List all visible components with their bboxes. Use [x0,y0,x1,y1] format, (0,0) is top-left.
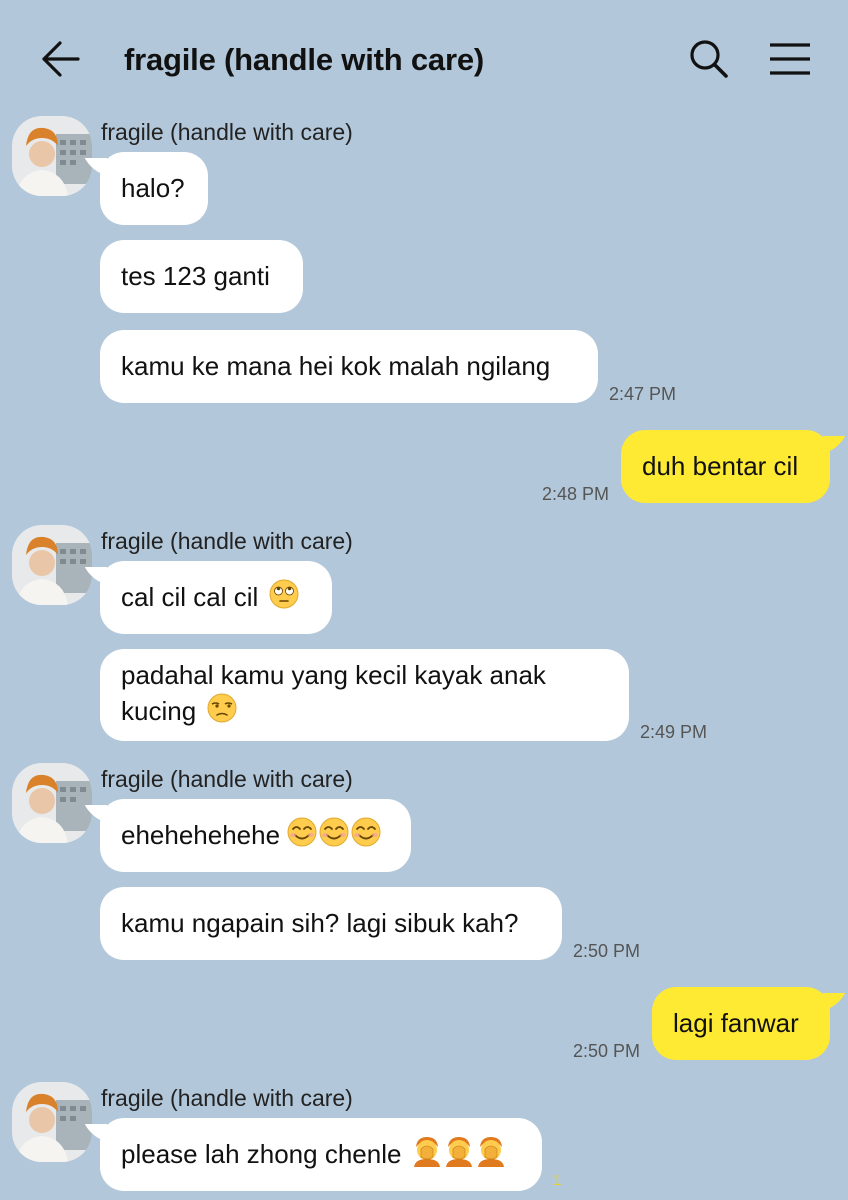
message-text-line: kucing [121,696,197,726]
avatar[interactable] [12,116,92,196]
message-text-line: padahal kamu yang kecil kayak anak [121,659,546,690]
message-bubble[interactable]: cal cil cal cil [100,561,332,634]
avatar[interactable] [12,763,92,843]
arrow-left-icon [42,41,80,77]
search-button[interactable] [688,38,730,80]
message-timestamp: 2:47 PM [609,384,677,404]
message-text: cal cil cal cil [121,582,259,612]
profile-photo-icon [12,763,92,843]
search-icon [690,40,728,78]
message-text: duh bentar cil [642,451,799,481]
avatar[interactable] [12,1082,92,1162]
chat-title: fragile (handle with care) [124,42,484,77]
message-text: lagi fanwar [673,1008,799,1038]
message-text: kamu ngapain sih? lagi sibuk kah? [121,908,519,938]
message-text: ehehehehehe [121,820,281,850]
avatar[interactable] [12,525,92,605]
message-bubble[interactable]: please lah zhong chenle [100,1118,542,1191]
hamburger-menu-icon [770,43,810,75]
profile-photo-icon [12,1082,92,1162]
message-timestamp: 2:50 PM [573,941,641,961]
message-bubble[interactable]: padahal kamu yang kecil kayak anak kucin… [100,649,629,741]
message-timestamp: 2:50 PM [573,1041,641,1061]
my-message-bubble[interactable]: lagi fanwar [652,987,830,1060]
sender-name: fragile (handle with care) [101,1085,353,1111]
sender-name: fragile (handle with care) [101,766,353,792]
message-bubble[interactable]: kamu ke mana hei kok malah ngilang [100,330,598,403]
message-timestamp: 2:48 PM [542,484,610,504]
message-timestamp: 2:49 PM [640,722,708,742]
my-message-bubble[interactable]: duh bentar cil [621,430,830,503]
unamused-face-icon [198,692,238,732]
back-button[interactable] [38,40,82,78]
message-bubble[interactable]: kamu ngapain sih? lagi sibuk kah? [100,887,562,960]
sender-name: fragile (handle with care) [101,528,353,554]
sender-name: fragile (handle with care) [101,119,353,145]
smiling-face-icons [286,816,382,856]
message-bubble[interactable]: tes 123 ganti [100,240,303,313]
message-text: tes 123 ganti [121,261,270,291]
profile-photo-icon [12,525,92,605]
message-text: please lah zhong chenle [121,1139,402,1169]
menu-button[interactable] [768,42,812,76]
profile-photo-icon [12,116,92,196]
message-text: halo? [121,173,185,203]
unread-count: 1 [553,1172,562,1189]
chat-header: fragile (handle with care) [0,0,848,118]
face-with-rolling-eyes-icon [260,578,300,618]
person-facepalming-icons [411,1135,507,1175]
message-bubble[interactable]: ehehehehehe [100,799,411,872]
message-text: kamu ke mana hei kok malah ngilang [121,351,551,381]
message-bubble[interactable]: halo? [100,152,208,225]
